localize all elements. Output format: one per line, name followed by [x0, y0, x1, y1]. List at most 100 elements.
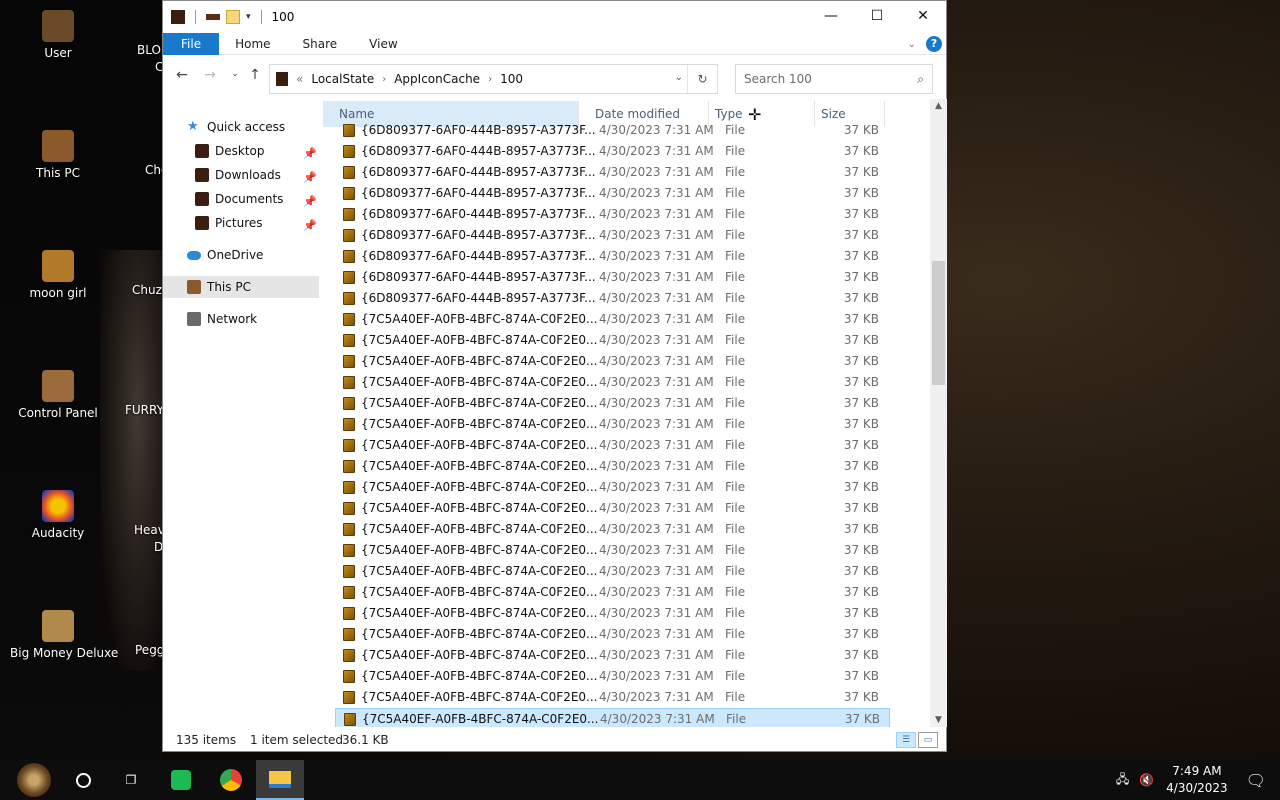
pin-icon[interactable]: 📌 — [303, 171, 317, 184]
chevron-down-icon[interactable]: ⌄ — [675, 72, 683, 83]
table-row[interactable]: {7C5A40EF-A0FB-4BFC-874A-C0F2E0... 4/30/2… — [335, 561, 890, 582]
table-row[interactable]: {6D809377-6AF0-444B-8957-A3773F... 4/30/2… — [335, 204, 890, 225]
nav-this-pc[interactable]: This PC — [163, 276, 319, 298]
nav-onedrive[interactable]: OneDrive — [187, 244, 263, 266]
table-row[interactable]: {7C5A40EF-A0FB-4BFC-874A-C0F2E0... 4/30/2… — [335, 603, 890, 624]
table-row[interactable]: {6D809377-6AF0-444B-8957-A3773F... 4/30/2… — [335, 120, 890, 141]
taskbar-chrome[interactable] — [207, 760, 255, 800]
search-button[interactable] — [59, 760, 107, 800]
desktop-icon-user[interactable]: User — [10, 10, 106, 60]
new-folder-icon[interactable] — [226, 10, 240, 24]
breadcrumb-appiconcache[interactable]: AppIconCache — [394, 72, 480, 86]
nav-network[interactable]: Network — [187, 308, 257, 330]
refresh-icon[interactable]: ↻ — [687, 65, 717, 93]
desktop-icon-this-pc[interactable]: This PC — [10, 130, 106, 180]
ribbon-controls: ⌄ ? — [908, 36, 942, 52]
address-bar[interactable]: « LocalState › AppIconCache › 100 ⌄ ↻ — [269, 64, 718, 94]
table-row[interactable]: {6D809377-6AF0-444B-8957-A3773F... 4/30/2… — [335, 288, 890, 309]
desktop-icon-clipped[interactable]: Pegg — [135, 643, 162, 657]
back-arrow-icon[interactable]: ← — [170, 67, 194, 83]
table-row[interactable]: {7C5A40EF-A0FB-4BFC-874A-C0F2E0... 4/30/2… — [335, 351, 890, 372]
table-row[interactable]: {7C5A40EF-A0FB-4BFC-874A-C0F2E0... 4/30/2… — [335, 414, 890, 435]
table-row[interactable]: {7C5A40EF-A0FB-4BFC-874A-C0F2E0... 4/30/2… — [335, 498, 890, 519]
chevron-right-icon[interactable]: › — [488, 74, 492, 85]
table-row[interactable]: {6D809377-6AF0-444B-8957-A3773F... 4/30/2… — [335, 246, 890, 267]
table-row[interactable]: {7C5A40EF-A0FB-4BFC-874A-C0F2E0... 4/30/2… — [335, 687, 890, 708]
desktop-icon-clipped[interactable]: C — [155, 60, 162, 74]
nav-pictures[interactable]: Pictures — [195, 212, 263, 234]
desktop-icon-clipped[interactable]: BLO — [137, 43, 162, 57]
table-row[interactable]: {7C5A40EF-A0FB-4BFC-874A-C0F2E0... 4/30/2… — [335, 708, 890, 727]
pin-icon[interactable]: 📌 — [303, 195, 317, 208]
clock[interactable]: 7:49 AM 4/30/2023 — [1166, 763, 1228, 797]
chevron-right-icon[interactable]: › — [382, 74, 386, 85]
close-icon[interactable]: ✕ — [900, 1, 946, 31]
table-row[interactable]: {7C5A40EF-A0FB-4BFC-874A-C0F2E0... 4/30/2… — [335, 624, 890, 645]
help-icon[interactable]: ? — [926, 36, 942, 52]
search-input[interactable]: Search 100 ⌕ — [735, 64, 933, 94]
file-icon — [343, 628, 355, 641]
tab-share[interactable]: Share — [287, 33, 354, 55]
expand-ribbon-icon[interactable]: ⌄ — [908, 39, 916, 50]
breadcrumb-localstate[interactable]: LocalState — [311, 72, 374, 86]
pin-icon[interactable]: 📌 — [303, 147, 317, 160]
desktop-icon-clipped[interactable]: FURRY — [125, 403, 162, 417]
taskbar-file-explorer[interactable] — [256, 760, 304, 800]
desktop-icon-clipped[interactable]: D — [154, 540, 162, 554]
desktop-icon-audacity[interactable]: Audacity — [10, 490, 106, 540]
taskbar-app-green[interactable] — [157, 760, 205, 800]
tab-view[interactable]: View — [353, 33, 413, 55]
table-row[interactable]: {7C5A40EF-A0FB-4BFC-874A-C0F2E0... 4/30/2… — [335, 393, 890, 414]
nav-downloads[interactable]: Downloads — [195, 164, 281, 186]
table-row[interactable]: {7C5A40EF-A0FB-4BFC-874A-C0F2E0... 4/30/2… — [335, 309, 890, 330]
table-row[interactable]: {7C5A40EF-A0FB-4BFC-874A-C0F2E0... 4/30/2… — [335, 582, 890, 603]
nav-desktop[interactable]: Desktop — [195, 140, 265, 162]
table-row[interactable]: {6D809377-6AF0-444B-8957-A3773F... 4/30/2… — [335, 141, 890, 162]
table-row[interactable]: {6D809377-6AF0-444B-8957-A3773F... 4/30/2… — [335, 162, 890, 183]
volume-muted-icon[interactable]: 🔇 — [1139, 773, 1154, 787]
forward-arrow-icon[interactable]: → — [198, 67, 222, 83]
maximize-icon[interactable]: ☐ — [854, 1, 900, 31]
scroll-up-icon[interactable]: ▲ — [930, 101, 947, 111]
desktop-icon-clipped[interactable]: Chuzz — [132, 283, 162, 297]
notifications-icon[interactable]: 🗨 — [1246, 771, 1266, 790]
title-bar[interactable]: ▾ 100 — ☐ ✕ — [163, 1, 946, 33]
properties-icon[interactable] — [206, 14, 220, 20]
table-row[interactable]: {7C5A40EF-A0FB-4BFC-874A-C0F2E0... 4/30/2… — [335, 330, 890, 351]
up-arrow-icon[interactable]: ↑ — [243, 67, 267, 83]
table-row[interactable]: {6D809377-6AF0-444B-8957-A3773F... 4/30/2… — [335, 267, 890, 288]
table-row[interactable]: {7C5A40EF-A0FB-4BFC-874A-C0F2E0... 4/30/2… — [335, 666, 890, 687]
nav-quick-access[interactable]: ★ Quick access — [187, 116, 285, 138]
nav-documents[interactable]: Documents — [195, 188, 283, 210]
table-row[interactable]: {7C5A40EF-A0FB-4BFC-874A-C0F2E0... 4/30/2… — [335, 540, 890, 561]
table-row[interactable]: {6D809377-6AF0-444B-8957-A3773F... 4/30/2… — [335, 225, 890, 246]
pin-icon[interactable]: 📌 — [303, 219, 317, 232]
desktop-icon-control-panel[interactable]: Control Panel — [10, 370, 106, 420]
tab-file[interactable]: File — [163, 32, 220, 55]
table-row[interactable]: {6D809377-6AF0-444B-8957-A3773F... 4/30/2… — [335, 183, 890, 204]
minimize-icon[interactable]: — — [808, 1, 854, 31]
desktop-icon-clipped[interactable]: Heav — [134, 523, 162, 537]
table-row[interactable]: {7C5A40EF-A0FB-4BFC-874A-C0F2E0... 4/30/2… — [335, 519, 890, 540]
table-row[interactable]: {7C5A40EF-A0FB-4BFC-874A-C0F2E0... 4/30/2… — [335, 645, 890, 666]
task-view-button[interactable]: ❐ — [107, 760, 155, 800]
scroll-thumb[interactable] — [932, 261, 945, 385]
table-row[interactable]: {7C5A40EF-A0FB-4BFC-874A-C0F2E0... 4/30/2… — [335, 477, 890, 498]
desktop-icon-clipped[interactable]: Cho — [145, 163, 162, 177]
details-view-icon[interactable]: ☰ — [896, 732, 916, 748]
scroll-down-icon[interactable]: ▼ — [930, 715, 947, 725]
overflow-chevron[interactable]: « — [296, 72, 303, 86]
file-icon — [343, 607, 355, 620]
table-row[interactable]: {7C5A40EF-A0FB-4BFC-874A-C0F2E0... 4/30/2… — [335, 456, 890, 477]
breadcrumb-100[interactable]: 100 — [500, 72, 523, 86]
table-row[interactable]: {7C5A40EF-A0FB-4BFC-874A-C0F2E0... 4/30/2… — [335, 435, 890, 456]
desktop-icon-big-money[interactable]: Big Money Deluxe — [10, 610, 118, 660]
large-icons-view-icon[interactable]: ▭ — [918, 732, 938, 748]
network-icon[interactable]: 🖧 — [1116, 770, 1129, 791]
tab-home[interactable]: Home — [219, 33, 286, 55]
start-button[interactable] — [10, 760, 58, 800]
desktop-icon-moon-girl[interactable]: moon girl — [10, 250, 106, 300]
table-row[interactable]: {7C5A40EF-A0FB-4BFC-874A-C0F2E0... 4/30/2… — [335, 372, 890, 393]
customize-qat-icon[interactable]: ▾ — [246, 12, 251, 22]
vertical-scrollbar[interactable]: ▲ ▼ — [930, 99, 947, 727]
